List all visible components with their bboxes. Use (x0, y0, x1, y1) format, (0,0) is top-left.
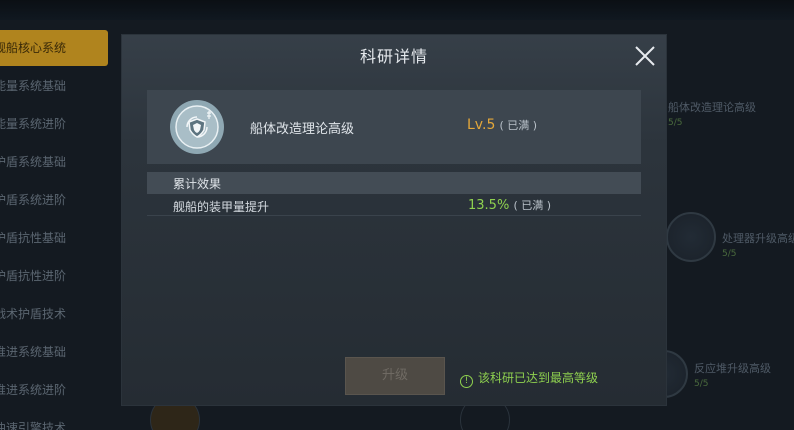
sidebar-item-9[interactable]: 推进系统进阶 (0, 372, 108, 408)
sidebar-item-7[interactable]: 战术护盾技术 (0, 296, 108, 332)
tech-level: Lv.5 ( 已满 ) (467, 117, 537, 133)
processor-node-icon[interactable] (666, 212, 716, 262)
tree-node-processor[interactable]: 处理器升级高级 5/5 (722, 230, 794, 259)
sidebar-item-4[interactable]: 护盾系统进阶 (0, 182, 108, 218)
effect-name: 舰船的装甲量提升 (173, 200, 270, 214)
info-icon: ! (460, 375, 473, 388)
tree-node-name: 船体改造理论高级 (668, 101, 756, 114)
sidebar-item-8[interactable]: 推进系统基础 (0, 334, 108, 370)
tree-node-progress: 5/5 (694, 379, 709, 389)
level-status: ( 已满 ) (499, 119, 538, 132)
dialog-header: 科研详情 (122, 35, 666, 75)
sidebar-item-10[interactable]: 曲速引擎技术 (0, 410, 108, 430)
research-detail-dialog: 科研详情 船体改造理论高级 Lv.5 ( 已满 ) 累计效果 舰船的装甲量提升 … (122, 35, 666, 405)
tree-node-progress: 5/5 (668, 118, 683, 128)
sidebar-item-0[interactable]: 舰船核心系统 (0, 30, 108, 66)
sidebar-item-2[interactable]: 能量系统进阶 (0, 106, 108, 142)
sidebar-item-1[interactable]: 能量系统基础 (0, 68, 108, 104)
tree-node-name: 处理器升级高级 (722, 232, 794, 245)
level-value: Lv.5 (467, 117, 496, 133)
top-bar (0, 0, 794, 20)
effect-value-wrap: 13.5% ( 已满 ) (468, 197, 551, 213)
tree-node-reactor[interactable]: 反应堆升级高级 5/5 (694, 360, 771, 389)
tree-node-hull[interactable]: 船体改造理论高级 5/5 (668, 99, 756, 128)
effects-header: 累计效果 (147, 172, 641, 194)
effect-status: ( 已满 ) (513, 199, 552, 212)
tree-node-progress: 5/5 (722, 249, 737, 259)
sidebar: 舰船核心系统 能量系统基础 能量系统进阶 护盾系统基础 护盾系统进阶 护盾抗性基… (0, 30, 108, 430)
upgrade-button[interactable]: 升级 (345, 357, 445, 395)
max-level-note: ! 该科研已达到最高等级 (460, 369, 598, 388)
effects-header-label: 累计效果 (173, 177, 222, 191)
max-level-text: 该科研已达到最高等级 (478, 371, 599, 385)
tree-node-name: 反应堆升级高级 (694, 362, 771, 375)
sidebar-item-6[interactable]: 护盾抗性进阶 (0, 258, 108, 294)
sidebar-item-3[interactable]: 护盾系统基础 (0, 144, 108, 180)
effect-value: 13.5% (468, 198, 510, 213)
sidebar-item-5[interactable]: 护盾抗性基础 (0, 220, 108, 256)
close-icon[interactable] (633, 44, 657, 68)
dialog-title: 科研详情 (359, 47, 428, 66)
effect-row: 舰船的装甲量提升 13.5% ( 已满 ) (147, 196, 641, 216)
tech-name: 船体改造理论高级 (250, 122, 355, 137)
shield-tech-icon (169, 99, 225, 155)
tech-info-card: 船体改造理论高级 Lv.5 ( 已满 ) (147, 90, 641, 164)
